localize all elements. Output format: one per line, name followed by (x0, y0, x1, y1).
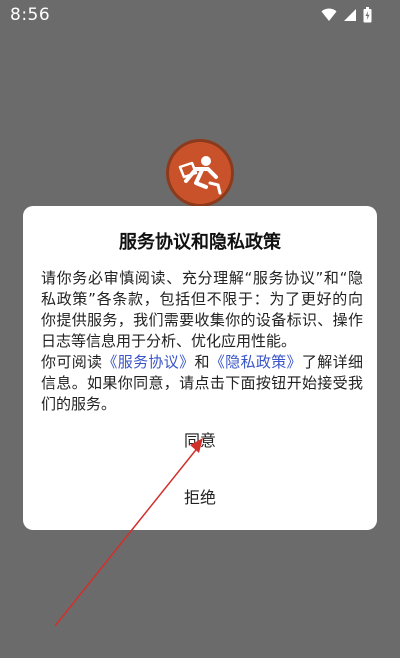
running-figure-logo (178, 156, 222, 195)
paragraph-2-and: 和 (194, 353, 210, 371)
service-agreement-link[interactable]: 《服务协议》 (102, 353, 194, 371)
privacy-policy-link[interactable]: 《隐私政策》 (210, 353, 302, 371)
privacy-dialog: 服务协议和隐私政策 请你务必审慎阅读、充分理解“服务协议”和“隐私政策”各条款，… (23, 206, 377, 530)
refuse-button[interactable]: 拒绝 (23, 484, 377, 508)
cellular-signal-icon (344, 9, 356, 21)
dialog-title: 服务协议和隐私政策 (119, 232, 281, 253)
dialog-paragraph-1: 请你务必审慎阅读、充分理解“服务协议”和“隐私政策”各条款，包括但不限于：为了更… (41, 269, 363, 350)
app-logo (166, 139, 234, 207)
wifi-icon (321, 8, 337, 21)
agree-button[interactable]: 同意 (23, 427, 377, 451)
battery-icon (363, 7, 372, 23)
status-bar: 8:56 (0, 0, 400, 30)
dialog-body: 请你务必审慎阅读、充分理解“服务协议”和“隐私政策”各条款，包括但不限于：为了更… (41, 268, 363, 415)
status-icons (321, 7, 372, 23)
paragraph-2-prefix: 你可阅读 (41, 353, 103, 371)
dialog-paragraph-2: 你可阅读《服务协议》和《隐私政策》了解详细信息。如果你同意，请点击下面按钮开始接… (41, 352, 363, 415)
status-time: 8:56 (10, 5, 51, 25)
